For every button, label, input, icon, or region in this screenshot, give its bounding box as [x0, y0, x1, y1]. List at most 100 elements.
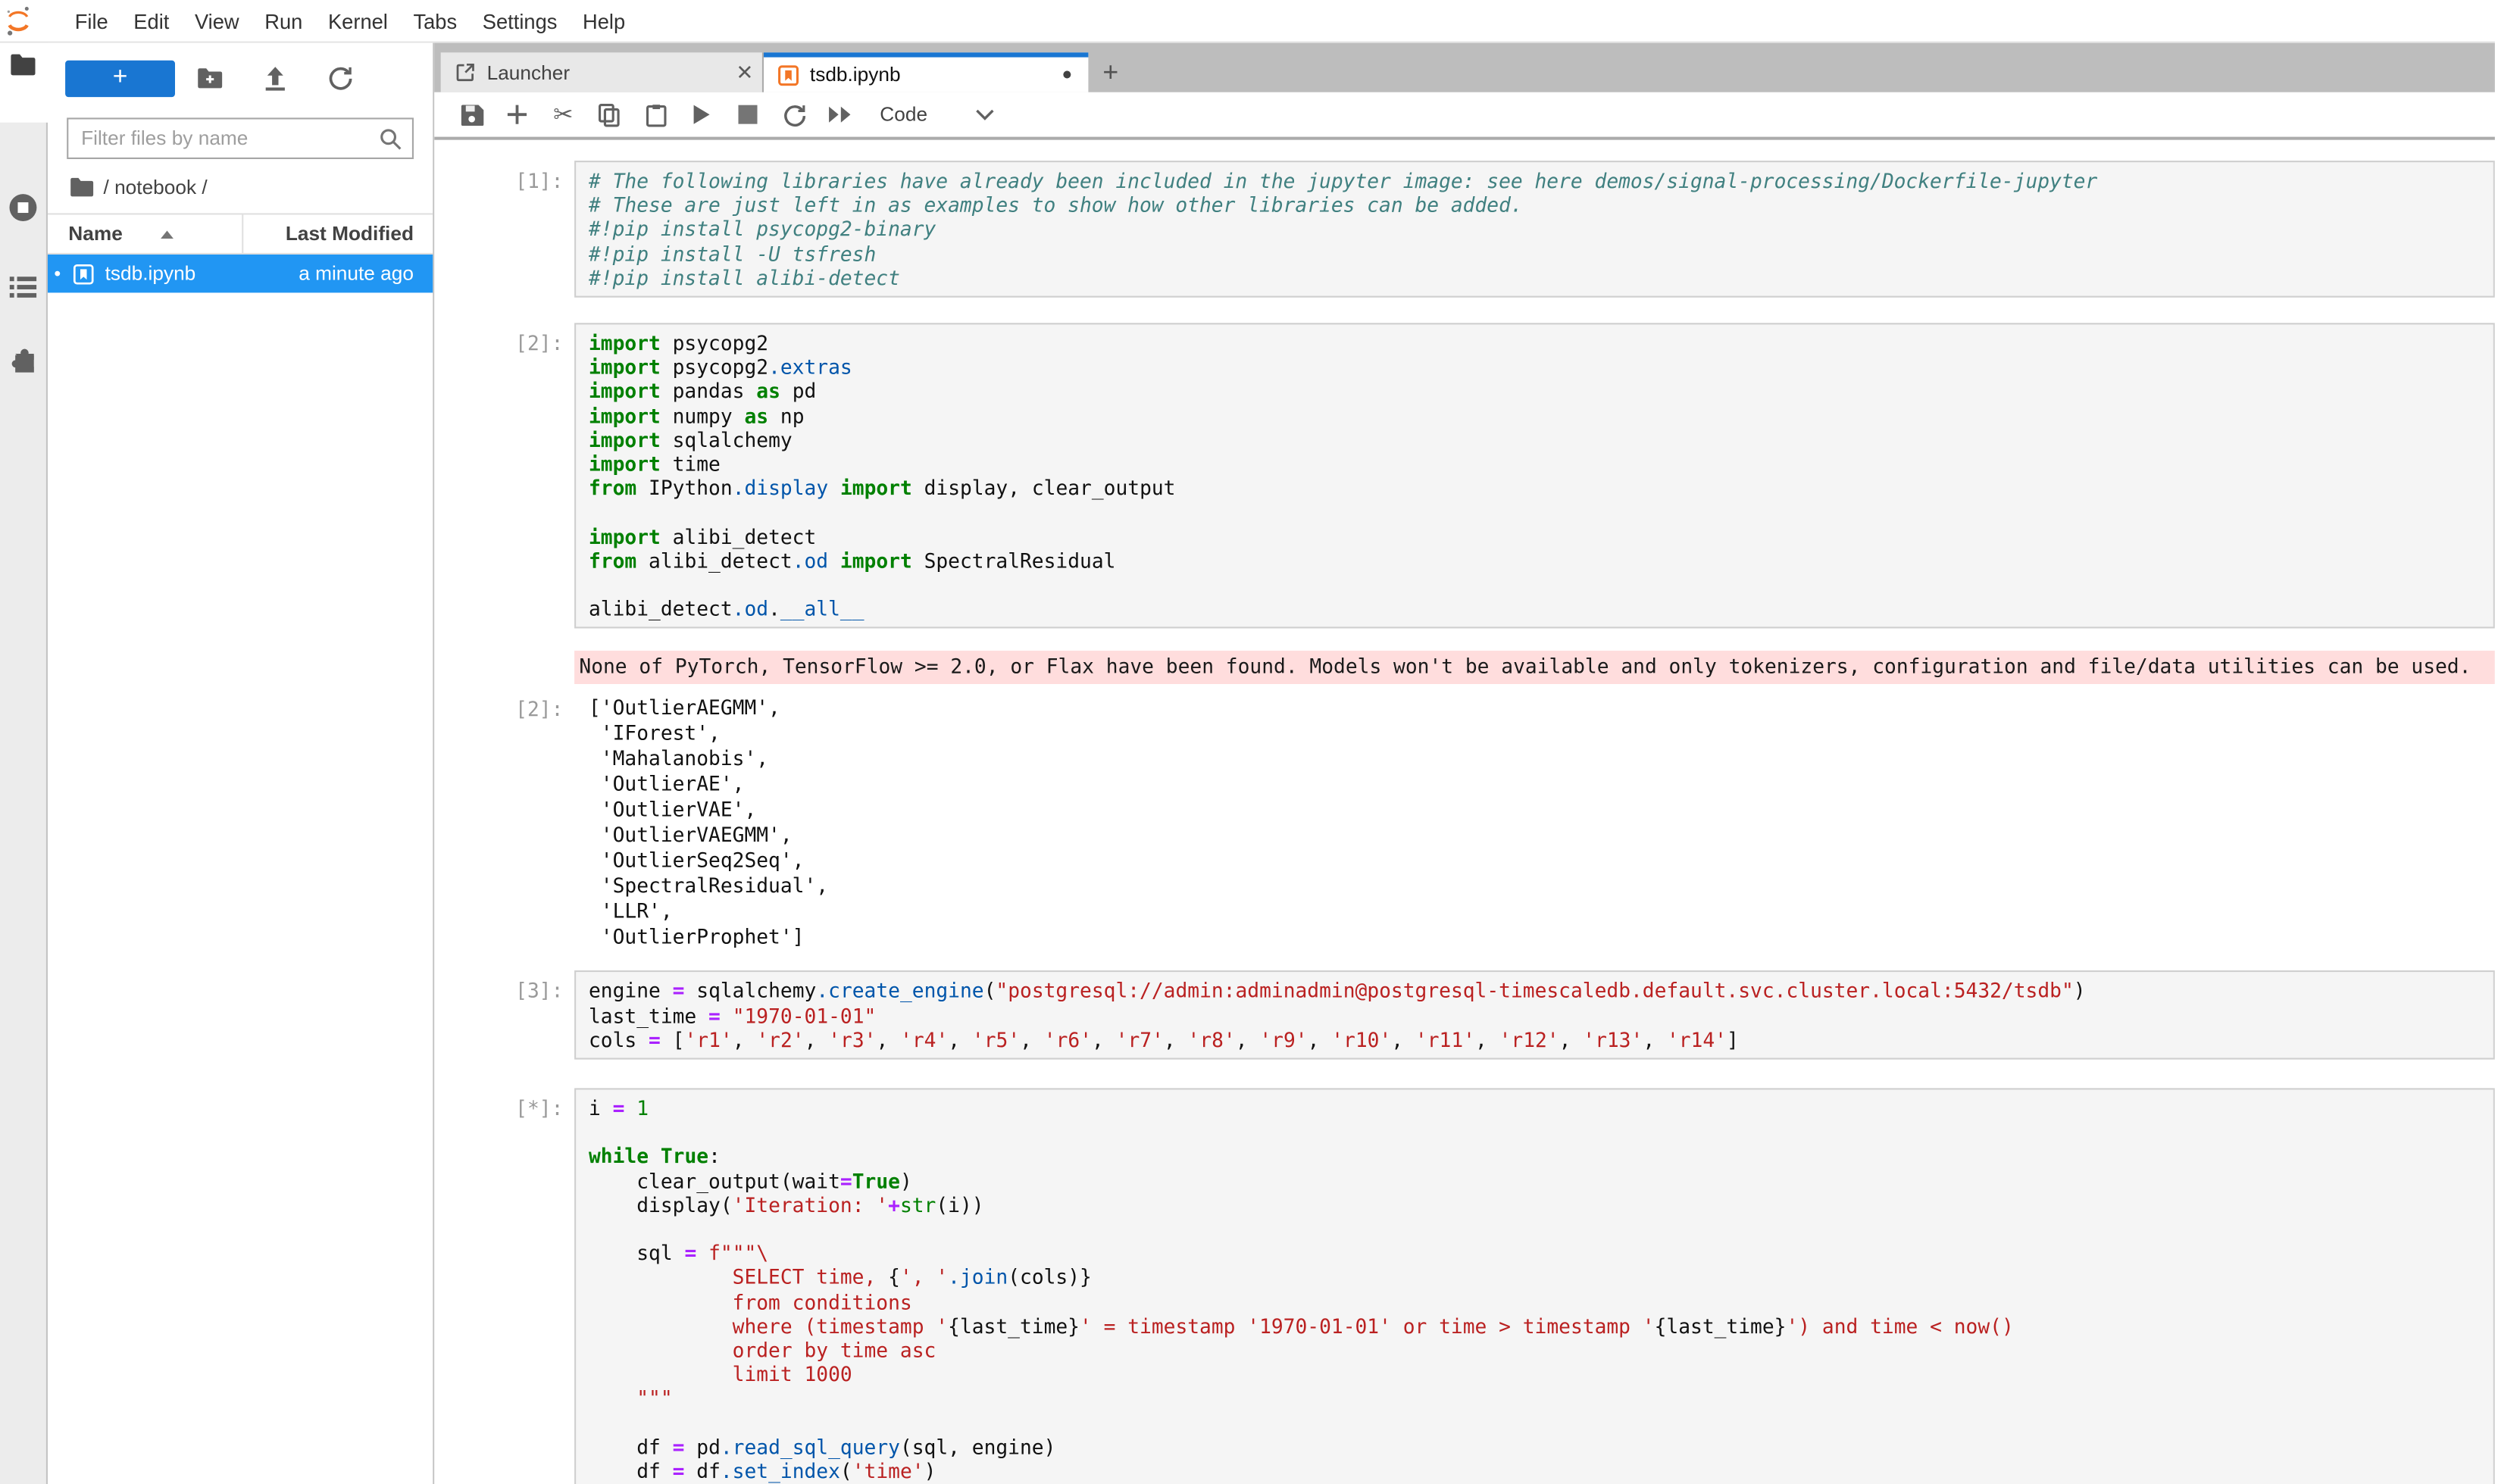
menu-view[interactable]: View	[182, 9, 252, 33]
stderr-warning-text: None of PyTorch, TensorFlow >= 2.0, or F…	[574, 651, 2495, 685]
cell-editor[interactable]: engine = sqlalchemy.create_engine("postg…	[574, 971, 2495, 1060]
restart-run-all-icon[interactable]	[823, 97, 858, 132]
output-text: ['OutlierAEGMM', 'IForest', 'Mahalanobis…	[574, 695, 2495, 948]
output-line: 'Mahalanobis',	[589, 746, 2495, 771]
menu-bar: File Edit View Run Kernel Tabs Settings …	[0, 0, 2495, 43]
code-line: #!pip install -U tsfresh	[589, 241, 2481, 265]
code-line	[589, 1120, 2481, 1145]
code-line: # The following libraries have already b…	[589, 169, 2481, 193]
code-line: order by time asc	[589, 1338, 2481, 1362]
output-prompt-empty	[477, 651, 574, 685]
extension-manager-icon[interactable]	[0, 345, 46, 374]
code-line: i = 1	[589, 1096, 2481, 1120]
breadcrumb-path: / notebook /	[104, 176, 208, 198]
code-line: clear_output(wait=True)	[589, 1169, 2481, 1193]
new-folder-icon[interactable]	[197, 65, 223, 91]
activity-sidebar	[0, 43, 48, 1484]
launcher-icon	[455, 62, 476, 83]
file-browser-toolbar: +	[48, 59, 433, 97]
output-line: 'IForest',	[589, 721, 2495, 746]
file-list-header: Name Last Modified	[48, 215, 433, 255]
column-header-name[interactable]: Name	[48, 223, 242, 245]
code-line: #!pip install psycopg2-binary	[589, 217, 2481, 241]
running-sessions-icon[interactable]	[0, 192, 46, 223]
file-row-tsdb-ipynb[interactable]: • tsdb.ipynb a minute ago	[48, 255, 433, 292]
code-line: cols = ['r1', 'r2', 'r3', 'r4', 'r5', 'r…	[589, 1027, 2481, 1051]
menu-kernel[interactable]: Kernel	[315, 9, 401, 33]
paste-cells-icon[interactable]	[638, 97, 673, 132]
stderr-output-area: None of PyTorch, TensorFlow >= 2.0, or F…	[477, 651, 2495, 685]
menu-tabs[interactable]: Tabs	[401, 9, 470, 33]
code-line: display('Iteration: '+str(i))	[589, 1193, 2481, 1217]
stop-kernel-icon[interactable]	[730, 97, 765, 132]
tab-tsdb-ipynb[interactable]: tsdb.ipynb ●	[764, 52, 1088, 92]
code-cell: [*]:i = 1 while True: clear_output(wait=…	[477, 1088, 2495, 1484]
output-line: 'OutlierAE',	[589, 772, 2495, 797]
cut-cells-icon[interactable]: ✂	[546, 97, 580, 132]
menu-run[interactable]: Run	[252, 9, 315, 33]
cell-editor[interactable]: import psycopg2import psycopg2.extrasimp…	[574, 323, 2495, 629]
column-header-last-modified[interactable]: Last Modified	[242, 215, 433, 253]
run-cell-icon[interactable]	[684, 97, 719, 132]
file-browser-panel: + / note	[48, 43, 434, 1484]
code-cell: [2]:import psycopg2import psycopg2.extra…	[477, 323, 2495, 629]
output-line: 'OutlierVAEGMM',	[589, 822, 2495, 847]
menu-settings[interactable]: Settings	[470, 9, 570, 33]
code-line	[589, 573, 2481, 597]
menu-file[interactable]: File	[62, 9, 121, 33]
code-line: import numpy as np	[589, 404, 2481, 428]
code-line: import psycopg2	[589, 331, 2481, 355]
code-cell: [1]: # The following libraries have alrea…	[477, 161, 2495, 298]
code-line: from conditions	[589, 1289, 2481, 1314]
code-line: limit 1000	[589, 1362, 2481, 1386]
insert-cell-icon[interactable]	[499, 97, 534, 132]
code-line: sql = f"""\	[589, 1242, 2481, 1266]
execute-result-output-area: [2]:['OutlierAEGMM', 'IForest', 'Mahalan…	[477, 695, 2495, 948]
cell-editor[interactable]: # The following libraries have already b…	[574, 161, 2495, 298]
restart-kernel-icon[interactable]	[777, 97, 811, 132]
file-browser-icon[interactable]	[0, 52, 46, 77]
dock-tab-bar: Launcher ✕ tsdb.ipynb ● +	[434, 43, 2494, 92]
file-modified: a minute ago	[299, 262, 433, 284]
tab-launcher[interactable]: Launcher ✕	[441, 52, 764, 92]
tab-label: tsdb.ipynb	[810, 64, 1062, 86]
new-tab-button[interactable]: +	[1088, 52, 1133, 92]
cell-editor[interactable]: i = 1 while True: clear_output(wait=True…	[574, 1088, 2495, 1484]
execution-count: [*]:	[477, 1088, 574, 1484]
sort-ascending-icon	[161, 230, 174, 238]
execution-count: [1]:	[477, 161, 574, 298]
breadcrumb[interactable]: / notebook /	[70, 173, 433, 201]
menu-edit[interactable]: Edit	[121, 9, 183, 33]
menu-help[interactable]: Help	[570, 9, 638, 33]
new-launcher-button[interactable]: +	[65, 60, 175, 96]
code-line: import psycopg2.extras	[589, 355, 2481, 380]
output-line: 'OutlierVAE',	[589, 797, 2495, 822]
notebook-toolbar: ✂ Code	[434, 92, 2494, 140]
chevron-down-icon[interactable]	[975, 108, 994, 121]
refresh-icon[interactable]	[328, 65, 354, 91]
code-line: import sqlalchemy	[589, 428, 2481, 452]
code-cell: [3]:engine = sqlalchemy.create_engine("p…	[477, 971, 2495, 1060]
output-line: ['OutlierAEGMM',	[589, 695, 2495, 720]
code-line: #!pip install alibi-detect	[589, 265, 2481, 289]
search-icon	[379, 127, 403, 151]
code-line: SELECT time, {', '.join(cols)}	[589, 1265, 2481, 1289]
jupyter-logo-icon	[5, 3, 32, 38]
code-line: from alibi_detect.od import SpectralResi…	[589, 548, 2481, 573]
filter-files-input[interactable]	[78, 126, 379, 152]
copy-cells-icon[interactable]	[592, 97, 627, 132]
folder-icon	[70, 177, 94, 197]
notebook-icon	[778, 64, 799, 85]
output-line: 'OutlierProphet']	[589, 923, 2495, 948]
code-line: while True:	[589, 1145, 2481, 1169]
cell-type-select[interactable]: Code	[880, 104, 927, 126]
code-line	[589, 1411, 2481, 1435]
notebook-cells: [1]: # The following libraries have alrea…	[434, 140, 2494, 1484]
upload-icon[interactable]	[262, 65, 288, 91]
code-line: import pandas as pd	[589, 380, 2481, 404]
code-line: from IPython.display import display, cle…	[589, 476, 2481, 500]
close-tab-icon[interactable]: ✕	[727, 60, 762, 86]
save-icon[interactable]	[454, 97, 489, 132]
table-of-contents-icon[interactable]	[0, 275, 46, 299]
menu-items: File Edit View Run Kernel Tabs Settings …	[62, 9, 638, 33]
